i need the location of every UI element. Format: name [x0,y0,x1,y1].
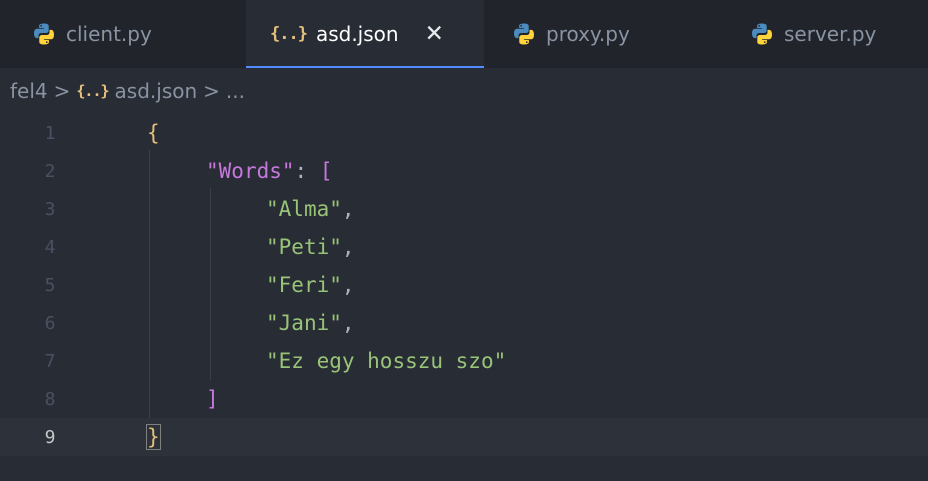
tab-label: asd.json [315,22,399,46]
json-braces-icon: {..} [270,24,308,44]
breadcrumb-file[interactable]: asd.json [115,79,198,103]
breadcrumb: fel4 > {..} asd.json > ... [0,68,928,114]
code-line[interactable]: 8 ] [0,380,928,418]
breadcrumb-separator: > [203,79,220,103]
line-number: 2 [44,160,56,182]
code-line[interactable]: 5 "Feri", [0,266,928,304]
tab-label: proxy.py [546,22,630,46]
python-icon [514,23,534,45]
line-number: 7 [44,350,56,372]
code-line-current[interactable]: 9 } [0,418,928,456]
code-line[interactable]: 6 "Jani", [0,304,928,342]
tab-proxy-py[interactable]: proxy.py [484,0,714,68]
string-value: Jani [278,311,330,335]
code-line[interactable]: 7 "Ez egy hosszu szo" [0,342,928,380]
code-line[interactable]: 1 { [0,114,928,152]
breadcrumb-ellipsis[interactable]: ... [226,79,245,103]
line-number: 6 [44,312,56,334]
code-editor[interactable]: 1 { 2 "Words": [ 3 "Alma", 4 "Peti", 5 "… [0,114,928,481]
code-line[interactable]: 2 "Words": [ [0,152,928,190]
line-number: 4 [44,236,56,258]
line-number: 3 [44,198,56,220]
string-value: Peti [278,235,330,259]
close-icon[interactable]: ✕ [425,21,444,47]
string-value: Alma [278,197,330,221]
code-line[interactable]: 3 "Alma", [0,190,928,228]
line-number: 5 [44,274,56,296]
code-line[interactable]: 4 "Peti", [0,228,928,266]
tab-server-py[interactable]: server.py [714,0,928,68]
line-number: 9 [44,426,56,448]
json-key: Words [218,159,282,183]
tab-asd-json[interactable]: {..} asd.json ✕ [246,0,484,68]
string-value: Ez egy hosszu szo [278,349,494,373]
tab-label: client.py [66,22,152,46]
tab-label: server.py [784,22,877,46]
tab-client-py[interactable]: client.py [0,0,246,68]
tab-bar: client.py {..} asd.json ✕ proxy.py serve… [0,0,928,68]
breadcrumb-separator: > [53,79,71,103]
breadcrumb-folder[interactable]: fel4 [10,79,48,103]
line-number: 8 [44,388,56,410]
close-bracket: ] [206,387,219,411]
python-icon [34,23,54,45]
string-value: Feri [278,273,330,297]
open-bracket: [ [319,159,333,183]
close-brace: } [146,424,161,450]
json-braces-icon: {..} [76,82,109,100]
line-number: 1 [44,122,56,144]
open-brace: { [147,121,160,145]
python-icon [752,23,772,45]
